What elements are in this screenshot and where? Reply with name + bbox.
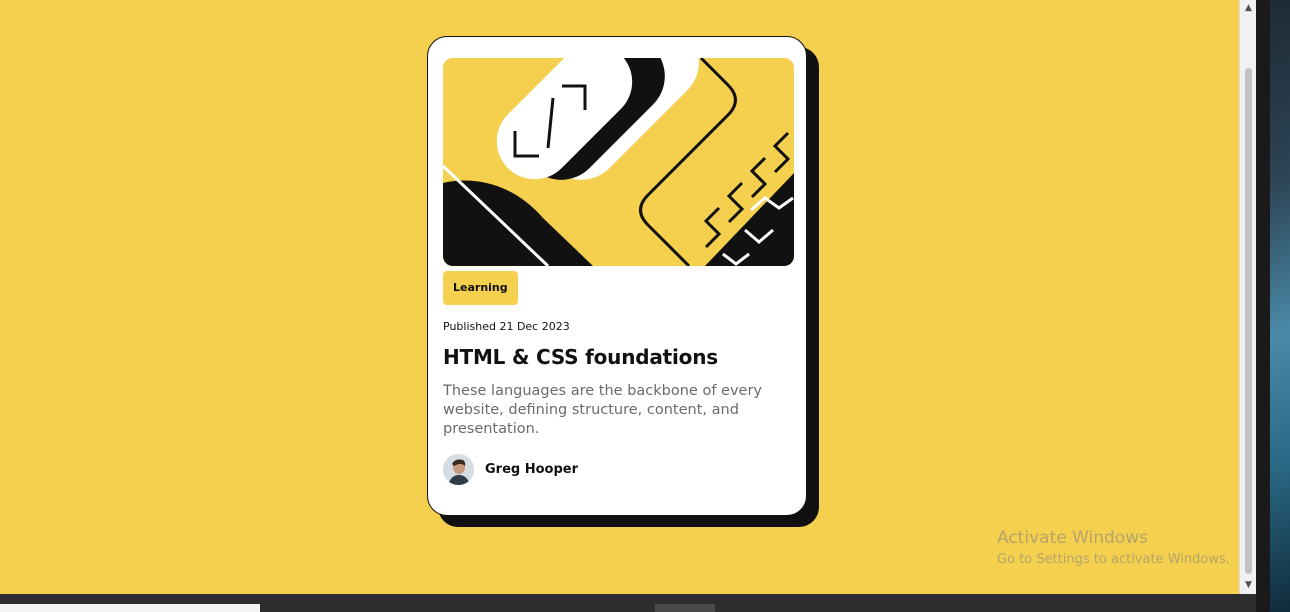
chevron-up-icon[interactable]: ▲ <box>1240 0 1257 17</box>
chevron-down-icon[interactable]: ▼ <box>1240 577 1257 594</box>
page-viewport: Learning Published 21 Dec 2023 HTML & CS… <box>0 0 1239 594</box>
author: Greg Hooper <box>443 454 578 485</box>
author-name: Greg Hooper <box>485 462 579 477</box>
status-bar-tab <box>655 604 715 612</box>
editor-status-bar <box>0 594 1256 612</box>
avatar <box>443 454 474 485</box>
desktop-background <box>1256 0 1290 612</box>
activation-watermark: Activate Windows Go to Settings to activ… <box>997 528 1230 567</box>
watermark-title: Activate Windows <box>997 528 1148 548</box>
published-date: Published 21 Dec 2023 <box>443 320 570 333</box>
status-bar-segment <box>0 604 260 612</box>
hero-illustration <box>443 58 794 266</box>
window-edge <box>1256 0 1270 612</box>
category-tag: Learning <box>443 271 518 305</box>
vertical-scrollbar[interactable]: ▲ ▼ <box>1239 0 1257 594</box>
watermark-subtitle: Go to Settings to activate Windows. <box>997 552 1230 567</box>
blog-preview-card: Learning Published 21 Dec 2023 HTML & CS… <box>427 36 807 516</box>
card-description: These languages are the backbone of ever… <box>443 383 762 437</box>
card-title[interactable]: HTML & CSS foundations <box>443 345 718 369</box>
scroll-thumb[interactable] <box>1245 68 1252 574</box>
